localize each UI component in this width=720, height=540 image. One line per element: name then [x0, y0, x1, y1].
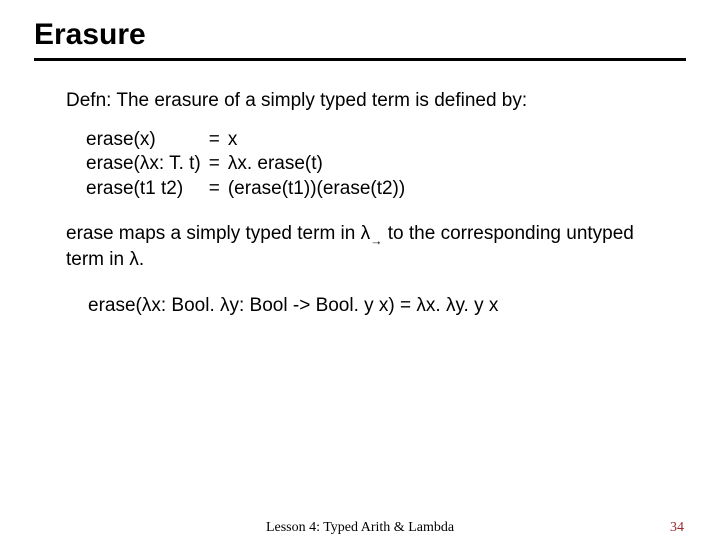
footer-page-number: 34 — [670, 520, 684, 536]
rule-rhs: (erase(t1))(erase(t2)) — [224, 177, 409, 202]
rule-eq: = — [205, 128, 224, 153]
slide-body: Defn: The erasure of a simply typed term… — [34, 89, 686, 319]
table-row: erase(λx: T. t) = λx. erase(t) — [82, 152, 409, 177]
rule-lhs: erase(t1 t2) — [82, 177, 205, 202]
arrow-subscript: → — [370, 234, 382, 248]
table-row: erase(t1 t2) = (erase(t1))(erase(t2)) — [82, 177, 409, 202]
slide: Erasure Defn: The erasure of a simply ty… — [0, 0, 720, 540]
table-row: erase(x) = x — [82, 128, 409, 153]
example-equation: erase(λx: Bool. λy: Bool -> Bool. y x) =… — [88, 294, 654, 319]
rule-rhs: x — [224, 128, 409, 153]
definition-intro: Defn: The erasure of a simply typed term… — [66, 89, 654, 114]
footer-lesson-label: Lesson 4: Typed Arith & Lambda — [0, 520, 720, 536]
erase-maps-note: erase maps a simply typed term in λ→ to … — [66, 222, 654, 273]
title-rule — [34, 58, 686, 61]
rule-eq: = — [205, 152, 224, 177]
rule-eq: = — [205, 177, 224, 202]
mapnote-pre: erase maps a simply typed term in λ — [66, 223, 370, 244]
slide-title: Erasure — [34, 18, 686, 52]
rule-lhs: erase(x) — [82, 128, 205, 153]
rule-lhs: erase(λx: T. t) — [82, 152, 205, 177]
erasure-rules-table: erase(x) = x erase(λx: T. t) = λx. erase… — [82, 128, 409, 202]
rule-rhs: λx. erase(t) — [224, 152, 409, 177]
